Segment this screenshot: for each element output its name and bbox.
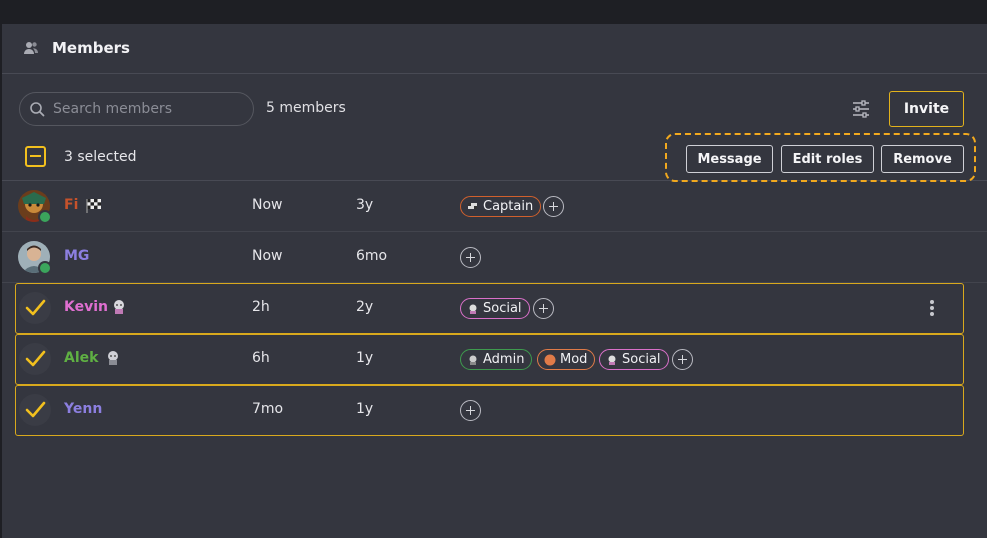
last-active: 2h (252, 299, 270, 315)
joined: 2y (356, 299, 374, 315)
role-chip[interactable]: Social (599, 349, 669, 370)
social-icon (608, 355, 616, 365)
selected-checkmark[interactable] (19, 292, 51, 324)
selected-checkmark[interactable] (19, 394, 51, 426)
member-name[interactable]: MG (64, 248, 89, 264)
add-role-button[interactable] (672, 349, 693, 370)
last-active: 6h (252, 350, 270, 366)
role-label: Mod (560, 352, 588, 367)
edit-roles-button[interactable]: Edit roles (781, 145, 874, 173)
page-title: Members (52, 39, 130, 57)
joined: 1y (356, 350, 374, 366)
invite-button[interactable]: Invite (889, 91, 964, 127)
member-row-selected[interactable]: Kevin 2h 2y Social (15, 283, 964, 334)
add-role-button[interactable] (533, 298, 554, 319)
racing-flag-icon (86, 199, 101, 213)
selected-checkmark[interactable] (19, 343, 51, 375)
role-chip[interactable]: Captain (460, 196, 542, 217)
last-active: Now (252, 248, 283, 264)
message-button[interactable]: Message (686, 145, 773, 173)
add-role-button[interactable] (543, 196, 564, 217)
role-label: Social (483, 301, 522, 316)
member-name[interactable]: Alek (64, 350, 98, 366)
add-role-button[interactable] (460, 247, 481, 268)
more-options-icon[interactable] (929, 300, 935, 316)
role-chip[interactable]: Social (460, 298, 530, 319)
filter-settings-icon[interactable] (851, 99, 871, 119)
joined: 1y (356, 401, 374, 417)
search-box[interactable] (19, 92, 254, 126)
member-name[interactable]: Fi (64, 197, 78, 213)
member-row[interactable]: MG Now 6mo (2, 232, 987, 283)
admin-icon (469, 355, 477, 365)
mod-dot-icon (544, 354, 556, 366)
joined: 3y (356, 197, 374, 213)
role-label: Admin (483, 352, 525, 367)
add-role-button[interactable] (460, 400, 481, 421)
bulk-actions: Message Edit roles Remove (665, 133, 976, 182)
member-name[interactable]: Kevin (64, 299, 108, 315)
online-status-icon (38, 261, 52, 275)
member-row-selected[interactable]: Yenn 7mo 1y (15, 385, 964, 436)
flag-icon (468, 203, 477, 209)
role-chip[interactable]: Admin (460, 349, 533, 370)
members-panel: Members 5 members Invite 3 selected Mess… (2, 24, 987, 538)
online-status-icon (38, 210, 52, 224)
search-icon (30, 102, 45, 117)
last-active: 7mo (252, 401, 284, 417)
role-label: Social (622, 352, 661, 367)
remove-button[interactable]: Remove (881, 145, 964, 173)
social-icon (469, 304, 477, 314)
checkmark-icon (25, 401, 46, 418)
member-count: 5 members (266, 100, 346, 116)
role-label: Captain (483, 199, 534, 214)
select-all-checkbox[interactable] (25, 146, 46, 167)
member-name[interactable]: Yenn (64, 401, 102, 417)
admin-badge-icon (108, 351, 118, 365)
members-icon (24, 42, 38, 54)
social-badge-icon (114, 300, 124, 314)
checkmark-icon (25, 350, 46, 367)
selected-count: 3 selected (64, 149, 137, 165)
checkmark-icon (25, 299, 46, 316)
last-active: Now (252, 197, 283, 213)
search-input[interactable] (53, 93, 248, 125)
joined: 6mo (356, 248, 388, 264)
panel-header: Members (2, 24, 987, 74)
role-chip[interactable]: Mod (537, 349, 596, 370)
member-row[interactable]: Fi Now 3y Captain (2, 181, 987, 232)
member-row-selected[interactable]: Alek 6h 1y Admin Mod Social (15, 334, 964, 385)
